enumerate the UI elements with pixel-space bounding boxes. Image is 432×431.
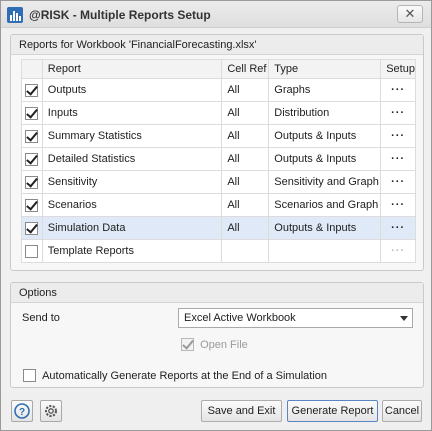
report-checkbox[interactable] xyxy=(25,175,39,189)
send-to-dropdown[interactable]: Excel Active Workbook xyxy=(178,308,413,328)
column-header-report: Report xyxy=(41,59,223,79)
report-type-cell: Graphs xyxy=(268,78,382,102)
report-checkbox[interactable] xyxy=(25,106,39,120)
cell-ref-cell: All xyxy=(221,78,270,102)
setup-button[interactable]: ··· xyxy=(380,193,416,217)
cell-ref-cell: All xyxy=(221,170,270,194)
row-checkbox-cell xyxy=(21,239,43,263)
setup-button[interactable]: ··· xyxy=(380,124,416,148)
report-type-cell: Sensitivity and Graph xyxy=(268,170,382,194)
row-checkbox-cell xyxy=(21,147,43,171)
setup-button[interactable]: ··· xyxy=(380,239,416,263)
report-checkbox[interactable] xyxy=(25,152,39,166)
column-header-cellref: Cell Ref xyxy=(221,59,270,79)
report-name-cell: Outputs xyxy=(41,78,223,102)
send-to-label: Send to xyxy=(22,312,60,324)
report-type-cell xyxy=(268,239,382,263)
table-row[interactable]: Inputs All Distribution ··· xyxy=(21,101,416,125)
report-type-cell: Outputs & Inputs xyxy=(268,147,382,171)
report-name-cell: Detailed Statistics xyxy=(41,147,223,171)
options-group-header: Options xyxy=(11,283,423,303)
table-row[interactable]: Summary Statistics All Outputs & Inputs ··· xyxy=(21,124,416,148)
report-name-cell: Scenarios xyxy=(41,193,223,217)
column-header-type: Type xyxy=(268,59,382,79)
table-header-row: Report Cell Ref Type Setup xyxy=(21,59,416,79)
report-type-cell: Distribution xyxy=(268,101,382,125)
send-to-value: Excel Active Workbook xyxy=(184,312,296,324)
cell-ref-cell xyxy=(221,239,270,263)
cell-ref-cell: All xyxy=(221,193,270,217)
risk-app-icon xyxy=(7,7,23,23)
open-file-option: Open File xyxy=(181,338,248,351)
row-checkbox-cell xyxy=(21,193,43,217)
reports-group: Reports for Workbook 'FinancialForecasti… xyxy=(10,34,424,271)
setup-button[interactable]: ··· xyxy=(380,147,416,171)
table-row[interactable]: Simulation Data All Outputs & Inputs ··· xyxy=(21,216,416,240)
table-row[interactable]: Sensitivity All Sensitivity and Graph ··· xyxy=(21,170,416,194)
table-row[interactable]: Outputs All Graphs ··· xyxy=(21,78,416,102)
report-name-cell: Inputs xyxy=(41,101,223,125)
close-icon: ✕ xyxy=(404,6,416,21)
checkbox-column-header xyxy=(21,59,43,79)
cell-ref-cell: All xyxy=(221,216,270,240)
auto-generate-option[interactable]: Automatically Generate Reports at the En… xyxy=(23,369,327,382)
settings-button[interactable] xyxy=(40,400,62,422)
setup-button[interactable]: ··· xyxy=(380,170,416,194)
help-icon: ? xyxy=(14,403,30,419)
settings-icon xyxy=(45,405,57,417)
save-and-exit-button[interactable]: Save and Exit xyxy=(201,400,282,422)
open-file-checkbox xyxy=(181,338,194,351)
help-button[interactable]: ? xyxy=(11,400,33,422)
setup-button[interactable]: ··· xyxy=(380,101,416,125)
title-bar: @RISK - Multiple Reports Setup ✕ xyxy=(1,1,431,28)
report-checkbox[interactable] xyxy=(25,198,39,212)
auto-generate-label: Automatically Generate Reports at the En… xyxy=(42,369,327,382)
generate-report-button[interactable]: Generate Report xyxy=(287,400,378,422)
svg-text:?: ? xyxy=(19,407,25,418)
report-type-cell: Outputs & Inputs xyxy=(268,216,382,240)
window-title: @RISK - Multiple Reports Setup xyxy=(29,8,211,22)
cancel-button[interactable]: Cancel xyxy=(382,400,422,422)
reports-group-header: Reports for Workbook 'FinancialForecasti… xyxy=(11,35,423,55)
auto-generate-checkbox[interactable] xyxy=(23,369,36,382)
report-type-cell: Scenarios and Graph xyxy=(268,193,382,217)
open-file-label: Open File xyxy=(200,338,248,351)
cell-ref-cell: All xyxy=(221,147,270,171)
setup-button[interactable]: ··· xyxy=(380,78,416,102)
chevron-down-icon xyxy=(400,316,408,321)
reports-table: Report Cell Ref Type Setup Outputs All Gra… xyxy=(21,59,416,263)
report-checkbox[interactable] xyxy=(25,129,39,143)
cell-ref-cell: All xyxy=(221,124,270,148)
report-type-cell: Outputs & Inputs xyxy=(268,124,382,148)
table-row[interactable]: Scenarios All Scenarios and Graph ··· xyxy=(21,193,416,217)
row-checkbox-cell xyxy=(21,216,43,240)
report-checkbox[interactable] xyxy=(25,221,39,235)
close-button[interactable]: ✕ xyxy=(397,5,423,23)
table-row[interactable]: Template Reports ··· xyxy=(21,239,416,263)
row-checkbox-cell xyxy=(21,124,43,148)
report-name-cell: Summary Statistics xyxy=(41,124,223,148)
report-name-cell: Simulation Data xyxy=(41,216,223,240)
setup-button[interactable]: ··· xyxy=(380,216,416,240)
cell-ref-cell: All xyxy=(221,101,270,125)
row-checkbox-cell xyxy=(21,170,43,194)
row-checkbox-cell xyxy=(21,101,43,125)
dialog-window: @RISK - Multiple Reports Setup ✕ Reports… xyxy=(0,0,432,431)
report-name-cell: Sensitivity xyxy=(41,170,223,194)
report-name-cell: Template Reports xyxy=(41,239,223,263)
report-checkbox[interactable] xyxy=(25,244,39,258)
row-checkbox-cell xyxy=(21,78,43,102)
column-header-setup: Setup xyxy=(380,59,416,79)
report-checkbox[interactable] xyxy=(25,83,39,97)
table-row[interactable]: Detailed Statistics All Outputs & Inputs ··… xyxy=(21,147,416,171)
